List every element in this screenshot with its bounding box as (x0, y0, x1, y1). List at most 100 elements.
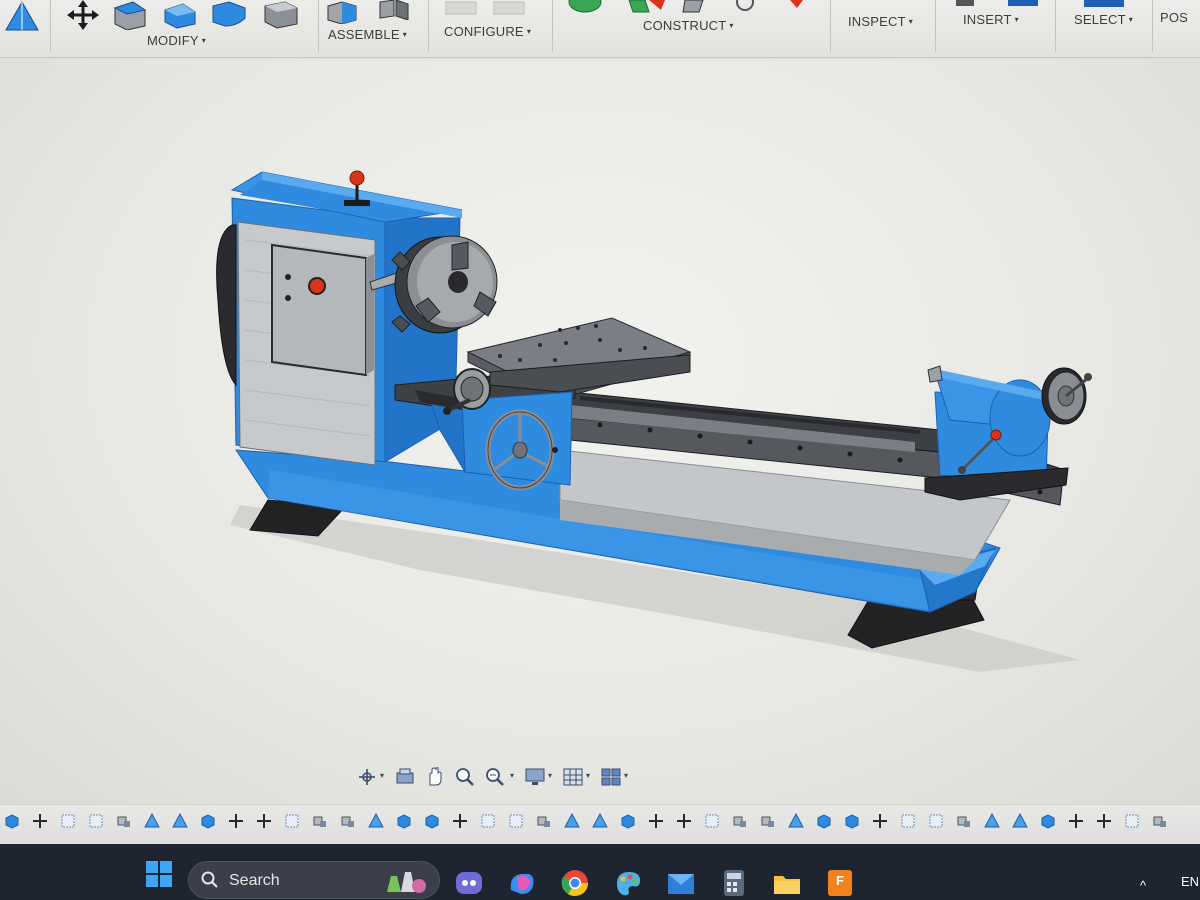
zoom-icon[interactable] (454, 767, 476, 787)
design-viewport[interactable] (0, 59, 1200, 804)
timeline-feature-sketch-icon[interactable] (88, 813, 104, 829)
assemble-menu[interactable]: ASSEMBLE ▾ (328, 27, 407, 42)
navigation-bar: ▾ ▾ ▾ ▾ ▾ (354, 763, 644, 791)
timeline-feature-joint-icon[interactable] (956, 813, 972, 829)
combine-icon[interactable] (209, 0, 249, 30)
emergency-stop-button[interactable] (308, 277, 326, 295)
grid-settings-icon[interactable] (562, 767, 584, 787)
timeline-feature-box-icon[interactable] (1040, 813, 1056, 829)
lathe-3d-model[interactable] (0, 59, 1200, 804)
timeline-feature-sketch-icon[interactable] (480, 813, 496, 829)
timeline-feature-sketch-icon[interactable] (60, 813, 76, 829)
select-icon[interactable] (1080, 0, 1130, 8)
shell-icon[interactable] (259, 0, 299, 30)
timeline-feature-box-icon[interactable] (816, 813, 832, 829)
timeline-feature-joint-icon[interactable] (732, 813, 748, 829)
timeline-feature-plane-icon[interactable] (564, 813, 580, 829)
viewports-icon[interactable] (600, 767, 622, 787)
display-dropdown-caret[interactable]: ▾ (548, 771, 552, 780)
timeline-feature-move-icon[interactable] (32, 813, 48, 829)
position-menu[interactable]: POS (1160, 10, 1188, 25)
timeline-feature-plane-icon[interactable] (144, 813, 160, 829)
teams-icon[interactable] (454, 868, 484, 898)
tailstock-lock-knob[interactable] (990, 429, 1002, 441)
tailstock-handwheel[interactable] (1041, 367, 1092, 425)
joint-icon[interactable] (376, 0, 412, 20)
system-tray-expand-button[interactable]: ^ (1140, 878, 1146, 893)
timeline-feature-box-icon[interactable] (200, 813, 216, 829)
construct-menu[interactable]: CONSTRUCT ▾ (643, 18, 734, 33)
sketch-icon[interactable] (2, 0, 42, 34)
timeline-feature-box-icon[interactable] (424, 813, 440, 829)
timeline-feature-joint-icon[interactable] (340, 813, 356, 829)
mail-icon[interactable] (666, 868, 696, 898)
timeline-feature-box-icon[interactable] (844, 813, 860, 829)
zoom-dropdown-caret[interactable]: ▾ (510, 771, 514, 780)
insert-icon[interactable] (956, 0, 1046, 8)
viewports-dropdown-caret[interactable]: ▾ (624, 771, 628, 780)
timeline-feature-move-icon[interactable] (648, 813, 664, 829)
timeline-feature-move-icon[interactable] (872, 813, 888, 829)
timeline-feature-joint-icon[interactable] (536, 813, 552, 829)
windows-start-icon[interactable] (145, 860, 173, 888)
insert-menu[interactable]: INSERT ▾ (963, 12, 1019, 27)
timeline-feature-sketch-icon[interactable] (1124, 813, 1140, 829)
timeline-feature-move-icon[interactable] (1068, 813, 1084, 829)
timeline-feature-sketch-icon[interactable] (704, 813, 720, 829)
timeline-feature-sketch-icon[interactable] (508, 813, 524, 829)
copilot-icon[interactable] (507, 868, 537, 898)
timeline-feature-box-icon[interactable] (4, 813, 20, 829)
modify-group: MODIFY ▾ (55, 0, 310, 58)
speed-lever-knob[interactable] (349, 170, 365, 186)
timeline-feature-move-icon[interactable] (452, 813, 468, 829)
display-settings-icon[interactable] (524, 767, 546, 787)
grid-dropdown-caret[interactable]: ▾ (586, 771, 590, 780)
timeline-feature-move-icon[interactable] (256, 813, 272, 829)
timeline-feature-sketch-icon[interactable] (284, 813, 300, 829)
press-pull-icon[interactable] (111, 0, 149, 30)
fit-icon[interactable] (484, 767, 506, 787)
paint-icon[interactable] (613, 868, 643, 898)
belt-guard[interactable] (216, 224, 237, 387)
timeline-feature-plane-icon[interactable] (172, 813, 188, 829)
select-menu[interactable]: SELECT ▾ (1074, 12, 1133, 27)
indicator-light-2 (285, 295, 291, 301)
timeline-feature-box-icon[interactable] (396, 813, 412, 829)
timeline-feature-plane-icon[interactable] (1012, 813, 1028, 829)
move-icon[interactable] (65, 0, 101, 30)
timeline-feature-sketch-icon[interactable] (928, 813, 944, 829)
control-box[interactable] (271, 243, 367, 377)
timeline-feature-joint-icon[interactable] (1152, 813, 1168, 829)
configure-menu[interactable]: CONFIGURE ▾ (444, 24, 531, 39)
new-component-icon[interactable] (324, 0, 360, 24)
taskbar-search-box[interactable]: Search (188, 861, 440, 899)
timeline-feature-plane-icon[interactable] (984, 813, 1000, 829)
search-icon (201, 871, 218, 888)
configure-icon[interactable] (444, 0, 534, 16)
timeline-feature-joint-icon[interactable] (312, 813, 328, 829)
fusion-icon[interactable]: F (825, 868, 855, 898)
timeline-feature-joint-icon[interactable] (760, 813, 776, 829)
timeline-feature-box-icon[interactable] (620, 813, 636, 829)
file-explorer-icon[interactable] (772, 868, 802, 898)
input-language-indicator[interactable]: EN (1181, 874, 1199, 889)
timeline-feature-joint-icon[interactable] (116, 813, 132, 829)
design-history-timeline[interactable] (0, 804, 1200, 844)
timeline-feature-plane-icon[interactable] (592, 813, 608, 829)
timeline-feature-move-icon[interactable] (228, 813, 244, 829)
timeline-feature-move-icon[interactable] (1096, 813, 1112, 829)
inspect-menu[interactable]: INSPECT ▾ (848, 14, 913, 29)
offset-plane-icon[interactable] (565, 0, 805, 14)
calculator-icon[interactable] (719, 868, 749, 898)
modify-menu[interactable]: MODIFY ▾ (147, 33, 206, 48)
timeline-feature-plane-icon[interactable] (368, 813, 384, 829)
orbit-dropdown-caret[interactable]: ▾ (380, 771, 384, 780)
timeline-feature-sketch-icon[interactable] (900, 813, 916, 829)
timeline-feature-move-icon[interactable] (676, 813, 692, 829)
look-at-icon[interactable] (394, 767, 416, 787)
chrome-icon[interactable] (560, 868, 590, 898)
fillet-icon[interactable] (161, 0, 199, 30)
pan-icon[interactable] (424, 767, 446, 787)
orbit-icon[interactable] (356, 767, 378, 787)
timeline-feature-plane-icon[interactable] (788, 813, 804, 829)
